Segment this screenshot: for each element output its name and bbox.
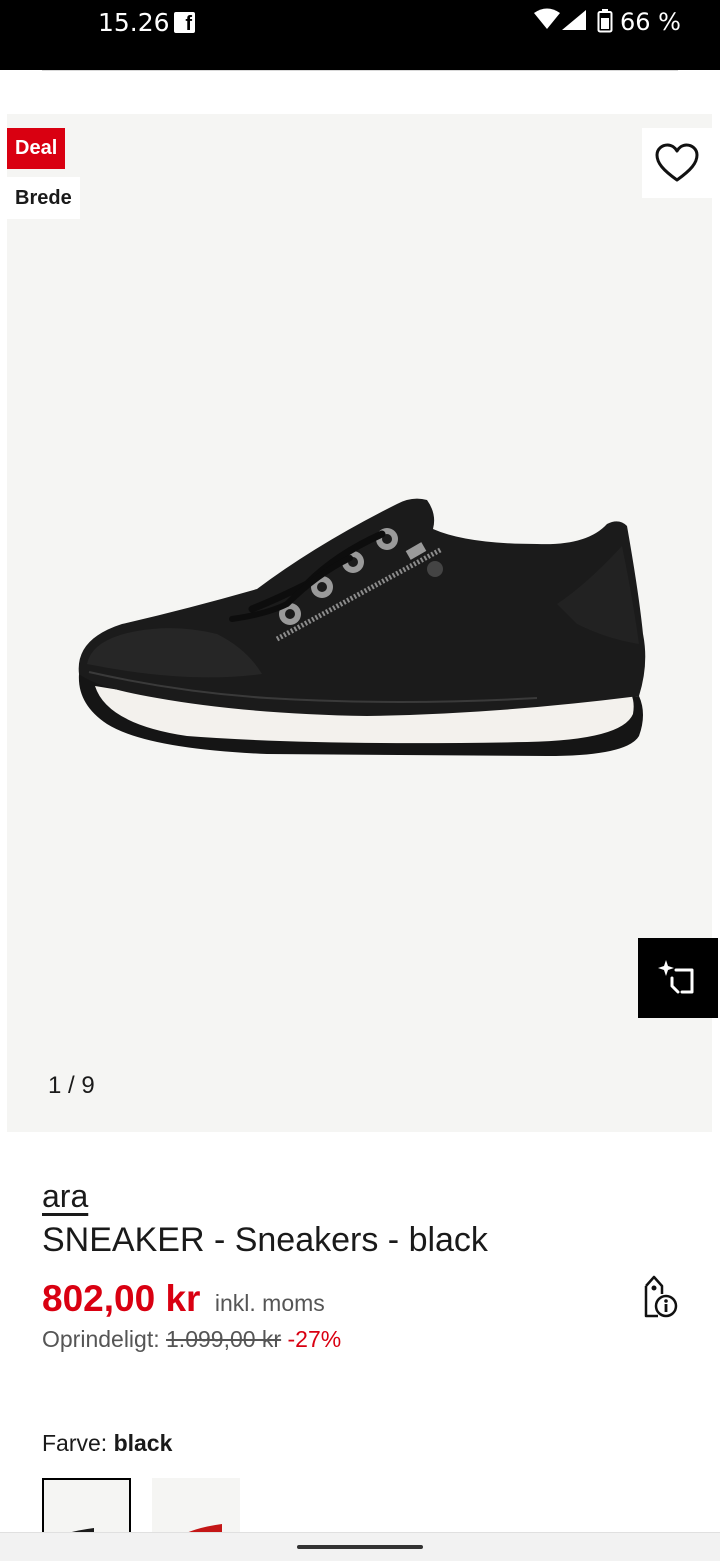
facebook-icon: f: [174, 12, 195, 34]
price-tag-info-icon[interactable]: [636, 1274, 678, 1320]
brand-link[interactable]: ara: [42, 1178, 88, 1214]
deal-badge: Deal: [7, 128, 66, 169]
product-title: SNEAKER - Sneakers - black: [42, 1221, 488, 1259]
price-row: 802,00 kr inkl. moms: [42, 1278, 325, 1320]
header-divider: [42, 70, 678, 71]
swatch-red-image: [177, 1524, 222, 1538]
wifi-icon: [534, 8, 560, 29]
wishlist-button[interactable]: [642, 128, 712, 198]
status-bar: 15.26 f 66 %: [0, 0, 720, 70]
image-counter: 1 / 9: [48, 1072, 95, 1099]
color-label: Farve: black: [42, 1430, 172, 1457]
battery-icon: [597, 9, 613, 33]
swatch-black-image: [49, 1528, 94, 1540]
original-price-row: Oprindeligt: 1.099,00 kr -27%: [42, 1326, 341, 1353]
home-handle[interactable]: [297, 1545, 423, 1549]
signal-icon: [562, 10, 586, 30]
discount-badge: -27%: [287, 1326, 342, 1352]
fit-badge: Brede: [7, 177, 80, 219]
original-price: 1.099,00 kr: [166, 1326, 282, 1352]
product-image: [78, 498, 646, 756]
current-price: 802,00 kr: [42, 1278, 201, 1319]
ar-view-button[interactable]: [638, 938, 718, 1018]
color-swatch-black[interactable]: [42, 1478, 131, 1540]
product-image-gallery[interactable]: Deal Brede 1 / 9: [7, 114, 718, 1132]
status-time: 15.26: [98, 8, 170, 37]
color-label-text: Farve:: [42, 1430, 108, 1456]
system-navigation-bar: [0, 1532, 720, 1561]
ar-view-icon: [658, 960, 694, 994]
original-price-label: Oprindeligt:: [42, 1326, 160, 1352]
vat-label: inkl. moms: [214, 1290, 325, 1316]
selected-color: black: [113, 1430, 173, 1456]
battery-percentage: 66 %: [620, 8, 681, 36]
heart-icon: [655, 143, 699, 182]
color-swatch-red[interactable]: [152, 1478, 240, 1538]
